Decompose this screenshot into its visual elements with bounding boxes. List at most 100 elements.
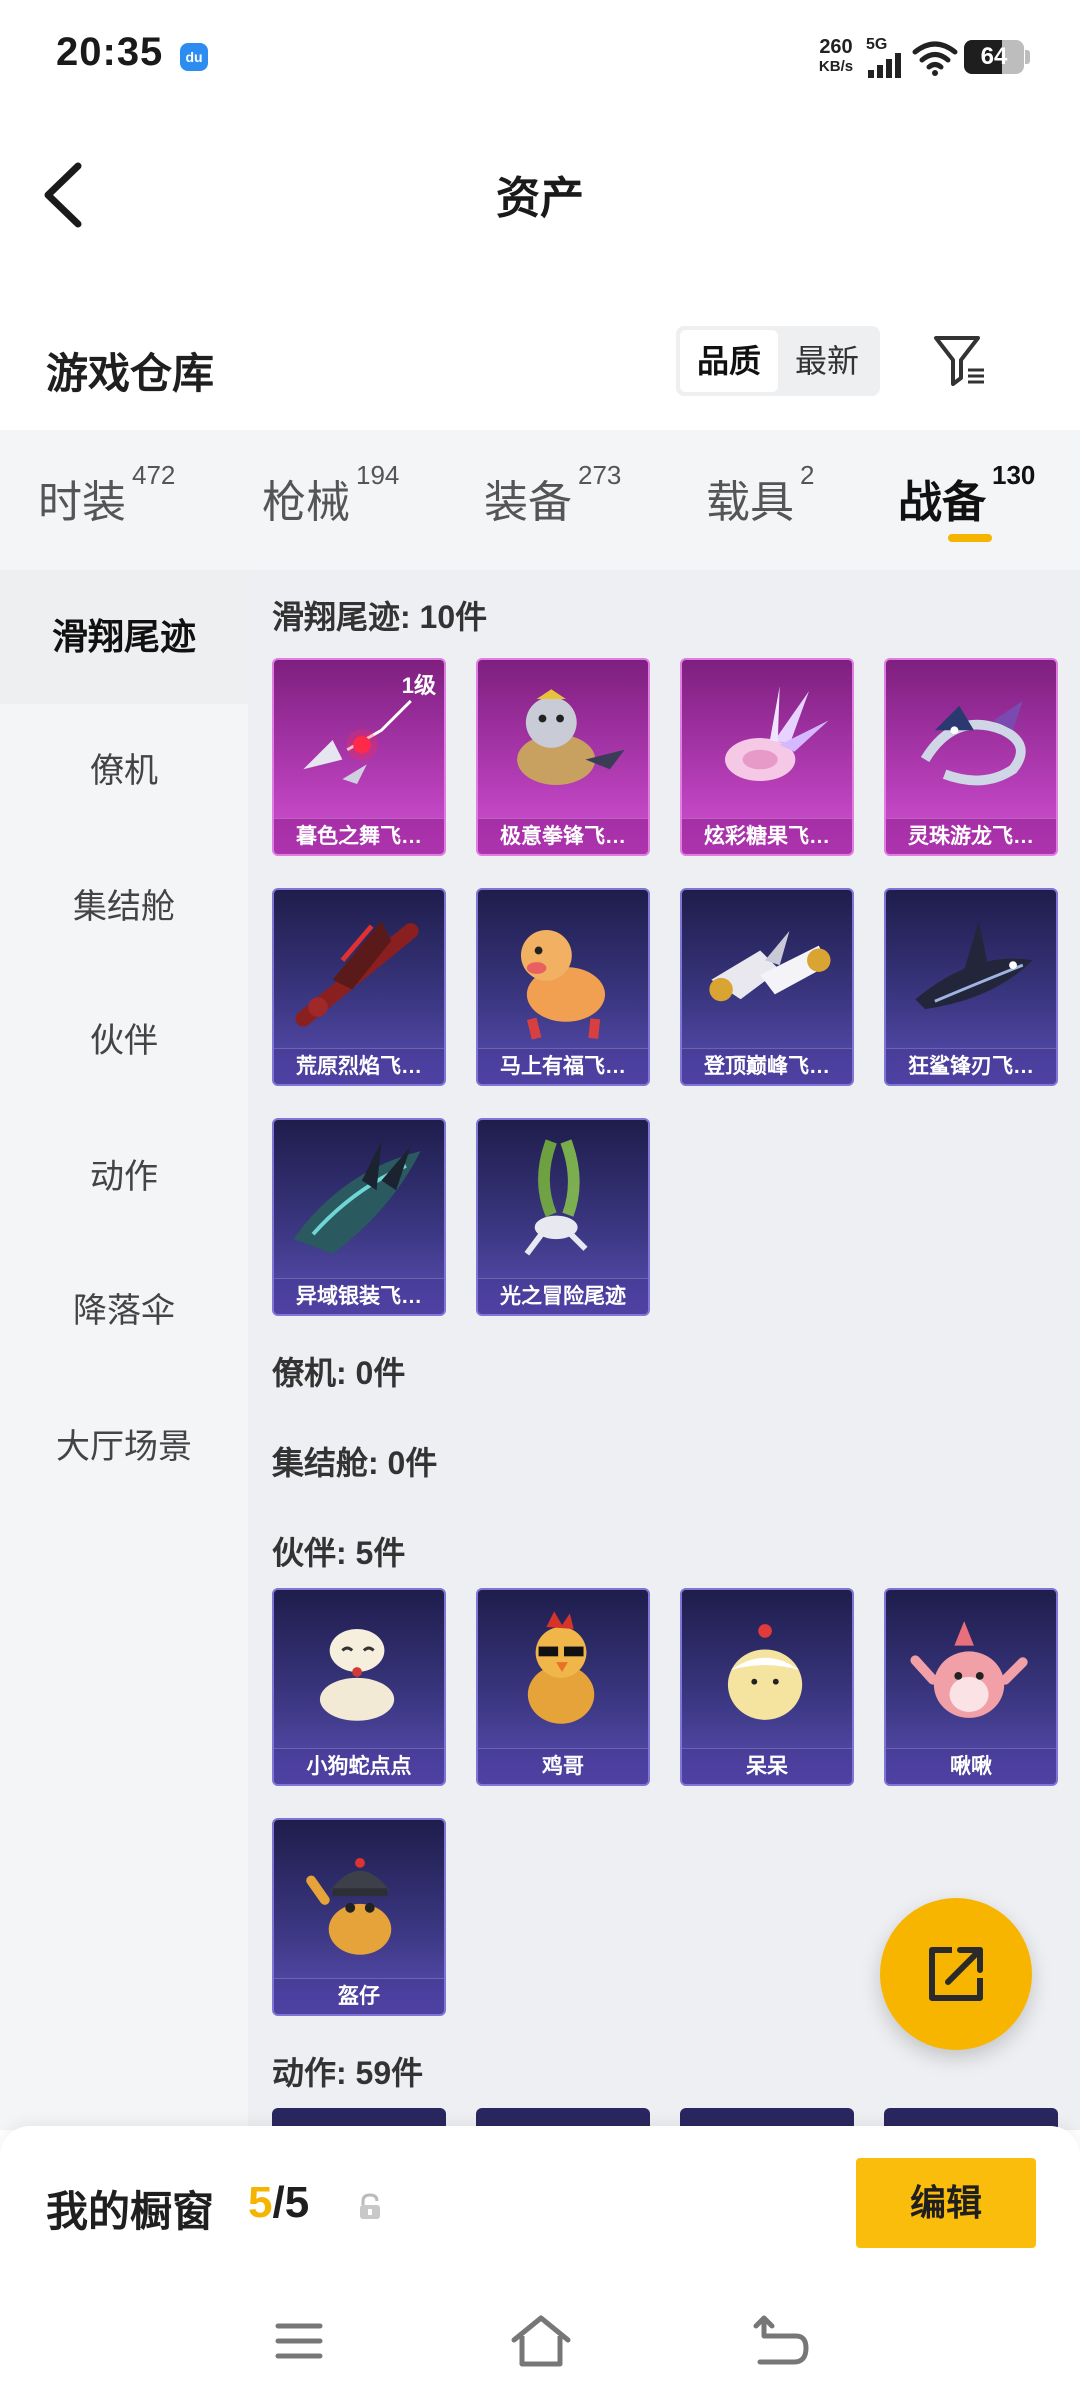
warehouse-title: 游戏仓库 (46, 350, 215, 397)
showcase-total: 5 (284, 2178, 310, 2227)
item-art-icon (910, 1621, 1028, 1718)
showcase-bar: 我的橱窗 5/5 编辑 (0, 2126, 1080, 2286)
group-title-wingman: 僚机: 0件 (272, 1355, 406, 1391)
battery-cap (1025, 50, 1030, 64)
item-art-icon (524, 1139, 588, 1256)
item-card[interactable]: 荒原烈焰飞… (272, 888, 446, 1086)
tab-label: 战备 (898, 478, 986, 527)
item-name: 异域银装飞… (274, 1278, 444, 1314)
item-name: 盔仔 (274, 1978, 444, 2014)
item-card[interactable]: 狂鲨锋刃飞… (884, 888, 1058, 1086)
sort-toggle: 品质 最新 (676, 326, 880, 396)
network-speed: 260 KB/s (806, 36, 866, 76)
item-art-icon (306, 1857, 392, 1955)
tab-count: 130 (992, 460, 1036, 490)
tab-fashion[interactable]: 时装472 (38, 460, 175, 530)
battery-icon: 64 (964, 40, 1024, 74)
item-name: 小狗蛇点点 (274, 1748, 444, 1784)
battery-level: 64 (980, 43, 1008, 70)
item-card[interactable]: 极意拳锋飞… (476, 658, 650, 856)
status-time: 20:35 (56, 30, 164, 74)
item-art-icon (920, 700, 1026, 786)
sidebar-item-emotes[interactable]: 动作 (0, 1110, 248, 1244)
home-icon[interactable] (506, 2306, 576, 2376)
item-art-icon (724, 686, 829, 782)
item-name: 啾啾 (886, 1748, 1056, 1784)
warehouse-header: 游戏仓库 (0, 320, 1080, 410)
tab-count: 194 (356, 460, 400, 490)
sidebar: 滑翔尾迹 僚机 集结舱 伙伴 动作 降落伞 大厅场景 (0, 570, 248, 2130)
showcase-count: 5/5 (248, 2178, 309, 2228)
item-list: 滑翔尾迹: 10件 1级 暮色之舞飞… 极意拳锋飞… 炫彩糖果飞… 灵珠游龙飞…… (248, 570, 1080, 2130)
group-title-trails: 滑翔尾迹: 10件 (272, 599, 488, 635)
back-nav-icon[interactable] (746, 2306, 816, 2376)
item-card[interactable]: 小狗蛇点点 (272, 1588, 446, 1786)
item-card[interactable]: 炫彩糖果飞… (680, 658, 854, 856)
item-name: 鸡哥 (478, 1748, 648, 1784)
item-name: 光之冒险尾迹 (478, 1278, 648, 1314)
tab-label: 装备 (484, 478, 572, 527)
group-title-pod: 集结舱: 0件 (272, 1445, 438, 1481)
wifi-icon (912, 41, 958, 76)
tab-label: 载具 (706, 478, 794, 527)
tab-equipment[interactable]: 装备273 (484, 460, 621, 530)
tab-gear[interactable]: 战备130 (898, 460, 1035, 530)
item-card[interactable]: 登顶巅峰飞… (680, 888, 854, 1086)
item-name: 灵珠游龙飞… (886, 818, 1056, 854)
sidebar-item-parachute[interactable]: 降落伞 (0, 1244, 248, 1378)
lock-icon (360, 2193, 380, 2219)
item-card[interactable]: 光之冒险尾迹 (476, 1118, 650, 1316)
item-card[interactable]: 马上有福飞… (476, 888, 650, 1086)
item-card[interactable]: 灵珠游龙飞… (884, 658, 1058, 856)
item-card[interactable]: 鸡哥 (476, 1588, 650, 1786)
item-name: 狂鲨锋刃飞… (886, 1048, 1056, 1084)
sort-by-newest[interactable]: 最新 (778, 330, 876, 392)
sidebar-item-glide-trails[interactable]: 滑翔尾迹 (0, 570, 248, 704)
item-art-icon (709, 930, 831, 1002)
item-name: 荒原烈焰飞… (274, 1048, 444, 1084)
item-card[interactable]: 异域银装飞… (272, 1118, 446, 1316)
tab-label: 时装 (38, 478, 126, 527)
network-speed-unit: KB/s (818, 58, 854, 75)
sidebar-item-lobby-scene[interactable]: 大厅场景 (0, 1380, 248, 1514)
page-title: 资产 (496, 174, 584, 223)
item-name: 炫彩糖果飞… (682, 818, 852, 854)
item-art-icon (517, 689, 625, 785)
item-art-icon (319, 1628, 395, 1721)
system-nav-bar (0, 2286, 1080, 2400)
item-name: 极意拳锋飞… (478, 818, 648, 854)
item-name: 马上有福飞… (478, 1048, 648, 1084)
share-icon (929, 1947, 983, 2001)
group-title-emotes: 动作: 59件 (272, 2055, 424, 2091)
item-art-icon (293, 1141, 421, 1254)
item-art-icon (520, 929, 606, 1040)
showcase-current: 5 (248, 2178, 273, 2227)
sort-by-quality[interactable]: 品质 (680, 330, 778, 392)
item-card[interactable]: 盔仔 (272, 1818, 446, 2016)
menu-icon[interactable] (264, 2306, 334, 2376)
item-art-icon (915, 921, 1033, 1010)
item-name: 登顶巅峰飞… (682, 1048, 852, 1084)
tab-label: 枪械 (262, 478, 350, 527)
app-notification-icon: du (180, 43, 208, 71)
sidebar-item-pod[interactable]: 集结舱 (0, 840, 248, 974)
item-card[interactable]: 1级 暮色之舞飞… (272, 658, 446, 856)
tab-firearms[interactable]: 枪械194 (262, 460, 399, 530)
filter-icon[interactable] (930, 330, 990, 390)
tab-vehicles[interactable]: 载具2 (706, 460, 814, 530)
share-button[interactable] (880, 1898, 1032, 2050)
showcase-title: 我的橱窗 (46, 2188, 215, 2235)
active-tab-indicator (948, 534, 992, 542)
item-card[interactable]: 啾啾 (884, 1588, 1058, 1786)
signal-icon (868, 53, 901, 78)
item-name: 暮色之舞飞… (274, 818, 444, 854)
edit-button[interactable]: 编辑 (856, 2158, 1036, 2248)
sidebar-item-wingman[interactable]: 僚机 (0, 704, 248, 838)
item-card[interactable]: 呆呆 (680, 1588, 854, 1786)
group-title-companions: 伙伴: 5件 (272, 1535, 406, 1571)
item-art-icon (295, 921, 419, 1027)
network-speed-value: 260 (819, 36, 853, 58)
tab-count: 472 (132, 460, 176, 490)
item-name: 呆呆 (682, 1748, 852, 1784)
sidebar-item-companions[interactable]: 伙伴 (0, 974, 248, 1108)
